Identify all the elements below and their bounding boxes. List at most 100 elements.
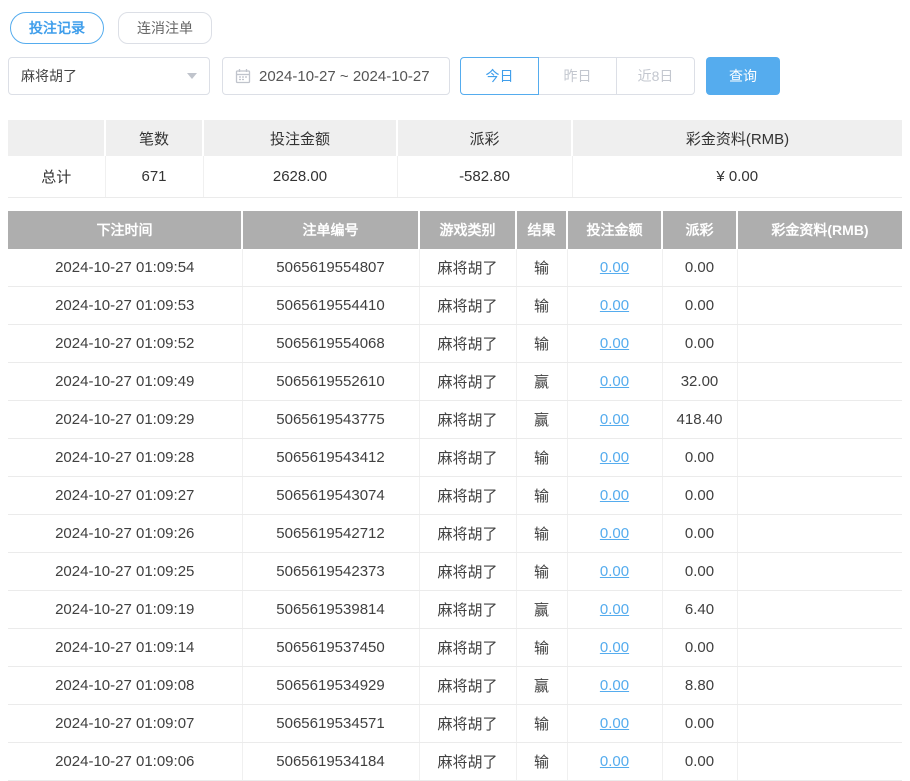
- cell-bet-id: 5065619539814: [242, 591, 419, 629]
- cell-game-type: 麻将胡了: [419, 743, 516, 781]
- cell-bonus: [737, 439, 902, 477]
- bet-amount-link[interactable]: 0.00: [600, 639, 629, 656]
- tab-cancelled-bets[interactable]: 连消注单: [118, 12, 212, 44]
- cell-bet-id: 5065619534571: [242, 705, 419, 743]
- bet-amount-link[interactable]: 0.00: [600, 259, 629, 276]
- cell-result: 输: [516, 629, 567, 667]
- cell-result: 输: [516, 287, 567, 325]
- cell-bonus: [737, 287, 902, 325]
- bet-amount-link[interactable]: 0.00: [600, 297, 629, 314]
- cell-bet-amount: 0.00: [567, 705, 662, 743]
- table-row: 2024-10-27 01:09:25 5065619542373 麻将胡了 输…: [8, 553, 902, 591]
- cell-bet-amount: 0.00: [567, 401, 662, 439]
- table-row: 2024-10-27 01:09:28 5065619543412 麻将胡了 输…: [8, 439, 902, 477]
- bet-amount-link[interactable]: 0.00: [600, 601, 629, 618]
- quick-date-buttons: 今日 昨日 近8日: [460, 57, 695, 95]
- cell-bet-amount: 0.00: [567, 439, 662, 477]
- header-bet-id: 注单编号: [242, 211, 419, 249]
- total-bet-amount: 2628.00: [203, 156, 397, 197]
- table-row: 2024-10-27 01:09:08 5065619534929 麻将胡了 赢…: [8, 667, 902, 705]
- bet-amount-link[interactable]: 0.00: [600, 449, 629, 466]
- bet-amount-link[interactable]: 0.00: [600, 563, 629, 580]
- cell-game-type: 麻将胡了: [419, 629, 516, 667]
- cell-bet-time: 2024-10-27 01:09:53: [8, 287, 242, 325]
- total-label: 总计: [8, 156, 105, 197]
- cell-payout: 0.00: [662, 515, 737, 553]
- bet-amount-link[interactable]: 0.00: [600, 715, 629, 732]
- cell-result: 输: [516, 705, 567, 743]
- table-row: 2024-10-27 01:09:26 5065619542712 麻将胡了 输…: [8, 515, 902, 553]
- last-8-days-button[interactable]: 近8日: [616, 57, 695, 95]
- yesterday-button[interactable]: 昨日: [538, 57, 617, 95]
- bet-amount-link[interactable]: 0.00: [600, 411, 629, 428]
- cell-payout: 32.00: [662, 363, 737, 401]
- today-button[interactable]: 今日: [460, 57, 539, 95]
- cell-bonus: [737, 249, 902, 287]
- bet-amount-link[interactable]: 0.00: [600, 373, 629, 390]
- cell-bet-time: 2024-10-27 01:09:25: [8, 553, 242, 591]
- records-header-row: 下注时间 注单编号 游戏类别 结果 投注金额 派彩 彩金资料(RMB): [8, 211, 902, 249]
- betting-records-page: 投注记录 连消注单 麻将胡了 2024-10-27 ~ 2024-10-27 今…: [0, 0, 910, 781]
- game-select[interactable]: 麻将胡了: [8, 57, 210, 95]
- cell-bet-time: 2024-10-27 01:09:06: [8, 743, 242, 781]
- cell-result: 输: [516, 439, 567, 477]
- bet-amount-link[interactable]: 0.00: [600, 335, 629, 352]
- date-range-input[interactable]: 2024-10-27 ~ 2024-10-27: [222, 57, 450, 95]
- cell-game-type: 麻将胡了: [419, 515, 516, 553]
- cell-game-type: 麻将胡了: [419, 401, 516, 439]
- cell-payout: 8.80: [662, 667, 737, 705]
- header-payout: 派彩: [662, 211, 737, 249]
- header-game-type: 游戏类别: [419, 211, 516, 249]
- cell-bet-amount: 0.00: [567, 325, 662, 363]
- cell-bet-amount: 0.00: [567, 249, 662, 287]
- search-button[interactable]: 查询: [706, 57, 780, 95]
- cell-bet-id: 5065619552610: [242, 363, 419, 401]
- cell-result: 输: [516, 477, 567, 515]
- cell-bet-id: 5065619554807: [242, 249, 419, 287]
- cell-bet-id: 5065619554410: [242, 287, 419, 325]
- bet-amount-link[interactable]: 0.00: [600, 487, 629, 504]
- bet-amount-link[interactable]: 0.00: [600, 525, 629, 542]
- bet-amount-link[interactable]: 0.00: [600, 753, 629, 770]
- cell-bonus: [737, 515, 902, 553]
- cell-result: 输: [516, 515, 567, 553]
- cell-bet-time: 2024-10-27 01:09:29: [8, 401, 242, 439]
- cell-bet-id: 5065619534929: [242, 667, 419, 705]
- summary-total-row: 总计 671 2628.00 -582.80 ¥ 0.00: [8, 156, 902, 197]
- tab-betting-records[interactable]: 投注记录: [10, 12, 104, 44]
- cell-payout: 0.00: [662, 325, 737, 363]
- cell-result: 输: [516, 325, 567, 363]
- cell-bonus: [737, 477, 902, 515]
- cell-bet-id: 5065619543074: [242, 477, 419, 515]
- top-tabs: 投注记录 连消注单: [10, 12, 902, 44]
- table-row: 2024-10-27 01:09:19 5065619539814 麻将胡了 赢…: [8, 591, 902, 629]
- calendar-icon: [235, 68, 251, 84]
- game-select-value: 麻将胡了: [21, 66, 77, 86]
- cell-result: 输: [516, 743, 567, 781]
- cell-result: 输: [516, 553, 567, 591]
- bet-amount-link[interactable]: 0.00: [600, 677, 629, 694]
- total-payout: -582.80: [397, 156, 572, 197]
- cell-payout: 0.00: [662, 249, 737, 287]
- cell-bet-id: 5065619543412: [242, 439, 419, 477]
- cell-payout: 0.00: [662, 477, 737, 515]
- cell-game-type: 麻将胡了: [419, 553, 516, 591]
- cell-result: 赢: [516, 591, 567, 629]
- date-range-value: 2024-10-27 ~ 2024-10-27: [259, 68, 430, 85]
- cell-game-type: 麻将胡了: [419, 591, 516, 629]
- cell-bet-time: 2024-10-27 01:09:52: [8, 325, 242, 363]
- cell-result: 赢: [516, 363, 567, 401]
- table-row: 2024-10-27 01:09:54 5065619554807 麻将胡了 输…: [8, 249, 902, 287]
- cell-game-type: 麻将胡了: [419, 287, 516, 325]
- total-count: 671: [105, 156, 203, 197]
- summary-table: 笔数 投注金额 派彩 彩金资料(RMB) 总计 671 2628.00 -582…: [8, 120, 902, 198]
- cell-result: 输: [516, 249, 567, 287]
- cell-bonus: [737, 705, 902, 743]
- cell-game-type: 麻将胡了: [419, 667, 516, 705]
- filter-bar: 麻将胡了 2024-10-27 ~ 2024-10-27 今日 昨日 近8日 查…: [8, 57, 902, 95]
- cell-result: 赢: [516, 401, 567, 439]
- cell-game-type: 麻将胡了: [419, 325, 516, 363]
- table-row: 2024-10-27 01:09:53 5065619554410 麻将胡了 输…: [8, 287, 902, 325]
- cell-bonus: [737, 325, 902, 363]
- summary-header-row: 笔数 投注金额 派彩 彩金资料(RMB): [8, 120, 902, 156]
